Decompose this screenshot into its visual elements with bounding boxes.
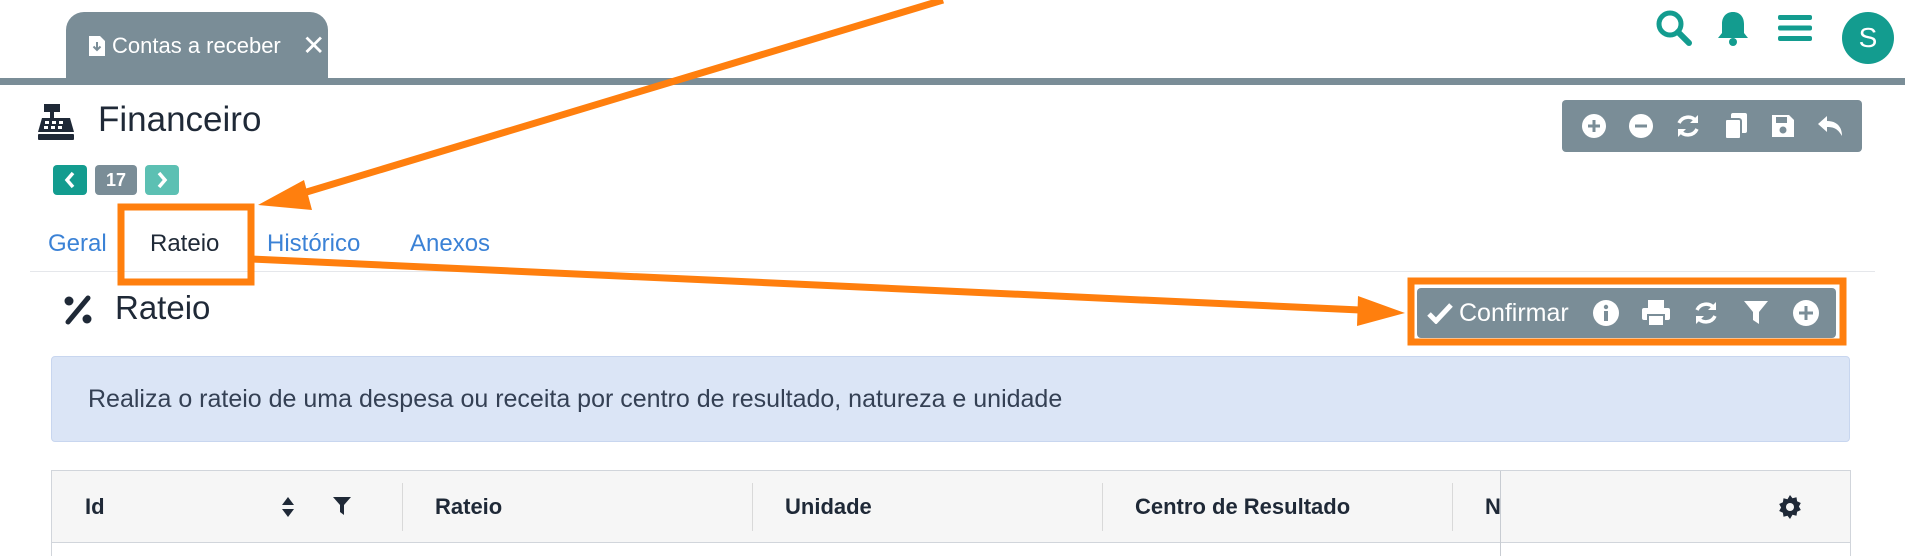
remove-circle-icon[interactable] <box>1623 108 1659 144</box>
check-icon <box>1427 303 1453 324</box>
column-header-rateio[interactable]: Rateio <box>402 471 752 543</box>
top-bar-divider <box>0 78 1905 85</box>
close-icon[interactable]: ✕ <box>302 32 325 60</box>
percent-icon <box>64 295 92 325</box>
confirm-button[interactable]: Confirmar <box>1427 299 1569 328</box>
cash-register-icon <box>38 104 74 140</box>
fixed-column-divider <box>1500 471 1501 556</box>
info-banner: Realiza o rateio de uma despesa ou recei… <box>51 356 1850 442</box>
bell-icon[interactable] <box>1708 0 1758 56</box>
print-icon[interactable] <box>1639 296 1673 330</box>
document-tab-label: Contas a receber <box>112 33 281 58</box>
rateio-table: Id Rateio Unidade Centro de Resultado N <box>51 470 1851 556</box>
tab-rateio[interactable]: Rateio <box>136 218 233 270</box>
document-tab[interactable]: Contas a receber ✕ <box>66 12 328 80</box>
tab-geral[interactable]: Geral <box>34 218 121 270</box>
record-pager: 17 <box>53 165 179 197</box>
top-bar: Contas a receber ✕ S <box>0 0 1905 80</box>
section-toolbar: Confirmar <box>1417 288 1836 338</box>
page-title: Financeiro <box>98 100 262 139</box>
tab-historico[interactable]: Histórico <box>253 218 374 270</box>
previous-record-button[interactable] <box>53 165 87 195</box>
refresh-icon[interactable] <box>1689 296 1723 330</box>
gear-icon[interactable] <box>1776 493 1804 521</box>
hamburger-menu-icon[interactable] <box>1770 0 1820 56</box>
download-file-icon <box>89 36 105 56</box>
info-icon[interactable] <box>1589 296 1623 330</box>
column-header-centro-de-resultado[interactable]: Centro de Resultado <box>1102 471 1452 543</box>
section-title: Rateio <box>115 289 211 326</box>
column-header-natureza[interactable]: N <box>1452 471 1500 543</box>
chevron-left-icon <box>64 171 75 189</box>
tab-anexos[interactable]: Anexos <box>396 218 504 270</box>
chevron-right-icon <box>157 171 168 189</box>
tab-divider <box>30 271 1875 272</box>
undo-icon[interactable] <box>1812 108 1848 144</box>
header-toolbar <box>1562 100 1862 152</box>
filter-icon[interactable] <box>332 495 352 517</box>
search-icon[interactable] <box>1649 0 1699 56</box>
next-record-button[interactable] <box>145 165 179 195</box>
sort-icon[interactable] <box>280 495 296 519</box>
filter-icon[interactable] <box>1739 296 1773 330</box>
confirm-button-label: Confirmar <box>1459 298 1569 327</box>
save-icon[interactable] <box>1765 108 1801 144</box>
add-circle-icon[interactable] <box>1789 296 1823 330</box>
refresh-icon[interactable] <box>1670 108 1706 144</box>
table-header: Id Rateio Unidade Centro de Resultado N <box>52 471 1850 543</box>
record-counter: 17 <box>95 165 137 195</box>
column-header-unidade[interactable]: Unidade <box>752 471 1102 543</box>
user-avatar[interactable]: S <box>1842 12 1894 64</box>
copy-icon[interactable] <box>1718 108 1754 144</box>
add-circle-icon[interactable] <box>1576 108 1612 144</box>
